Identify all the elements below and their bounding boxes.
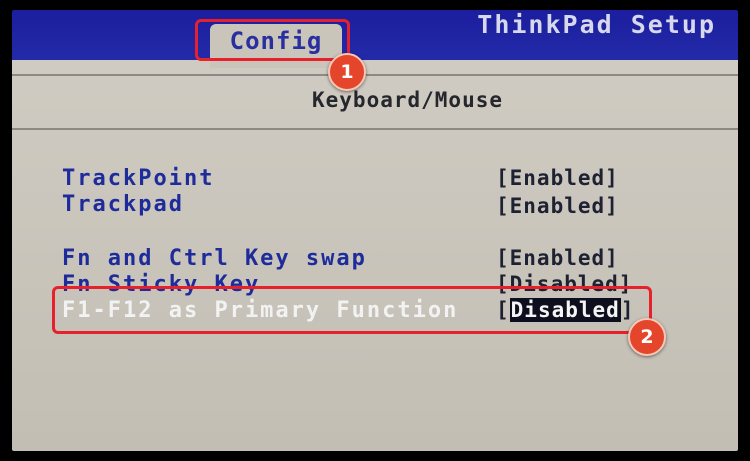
bios-screen: ThinkPad Setup Keyboard/Mouse TrackPoint…: [12, 10, 738, 451]
top-bar: ThinkPad Setup: [12, 10, 738, 60]
settings-panel: Keyboard/Mouse TrackPoint [Enabled] Trac…: [12, 60, 738, 451]
setting-trackpoint[interactable]: TrackPoint [Enabled]: [12, 166, 738, 192]
panel-header: Keyboard/Mouse: [12, 74, 738, 130]
annotation-box-f1-f12-row: [52, 286, 652, 334]
setting-value[interactable]: [Enabled]: [496, 246, 619, 270]
annotation-badge-2: 2: [628, 318, 666, 356]
setting-label: Trackpad: [62, 192, 184, 217]
setting-trackpad[interactable]: Trackpad [Enabled]: [12, 192, 738, 218]
annotation-badge-1: 1: [328, 53, 366, 91]
setting-value[interactable]: [Enabled]: [496, 166, 619, 190]
setting-label: Fn and Ctrl Key swap: [62, 246, 367, 271]
setting-label: TrackPoint: [62, 166, 215, 191]
app-title: ThinkPad Setup: [477, 10, 716, 39]
setting-value[interactable]: [Enabled]: [496, 194, 619, 218]
annotation-box-config-tab: [195, 19, 350, 61]
panel-title: Keyboard/Mouse: [312, 88, 504, 112]
setting-fn-ctrl-swap[interactable]: Fn and Ctrl Key swap [Enabled]: [12, 246, 738, 272]
